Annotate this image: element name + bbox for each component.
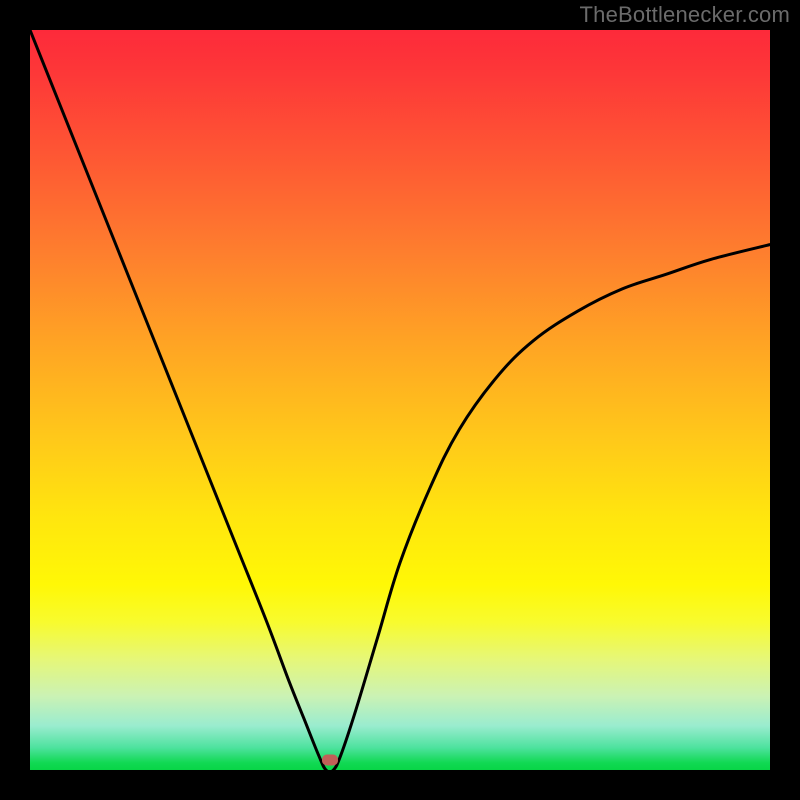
plot-area: [30, 30, 770, 770]
chart-frame: TheBottlenecker.com: [0, 0, 800, 800]
minimum-marker: [322, 755, 338, 766]
curve-layer: [30, 30, 770, 770]
bottleneck-curve: [30, 30, 770, 770]
watermark-text: TheBottlenecker.com: [580, 2, 790, 28]
